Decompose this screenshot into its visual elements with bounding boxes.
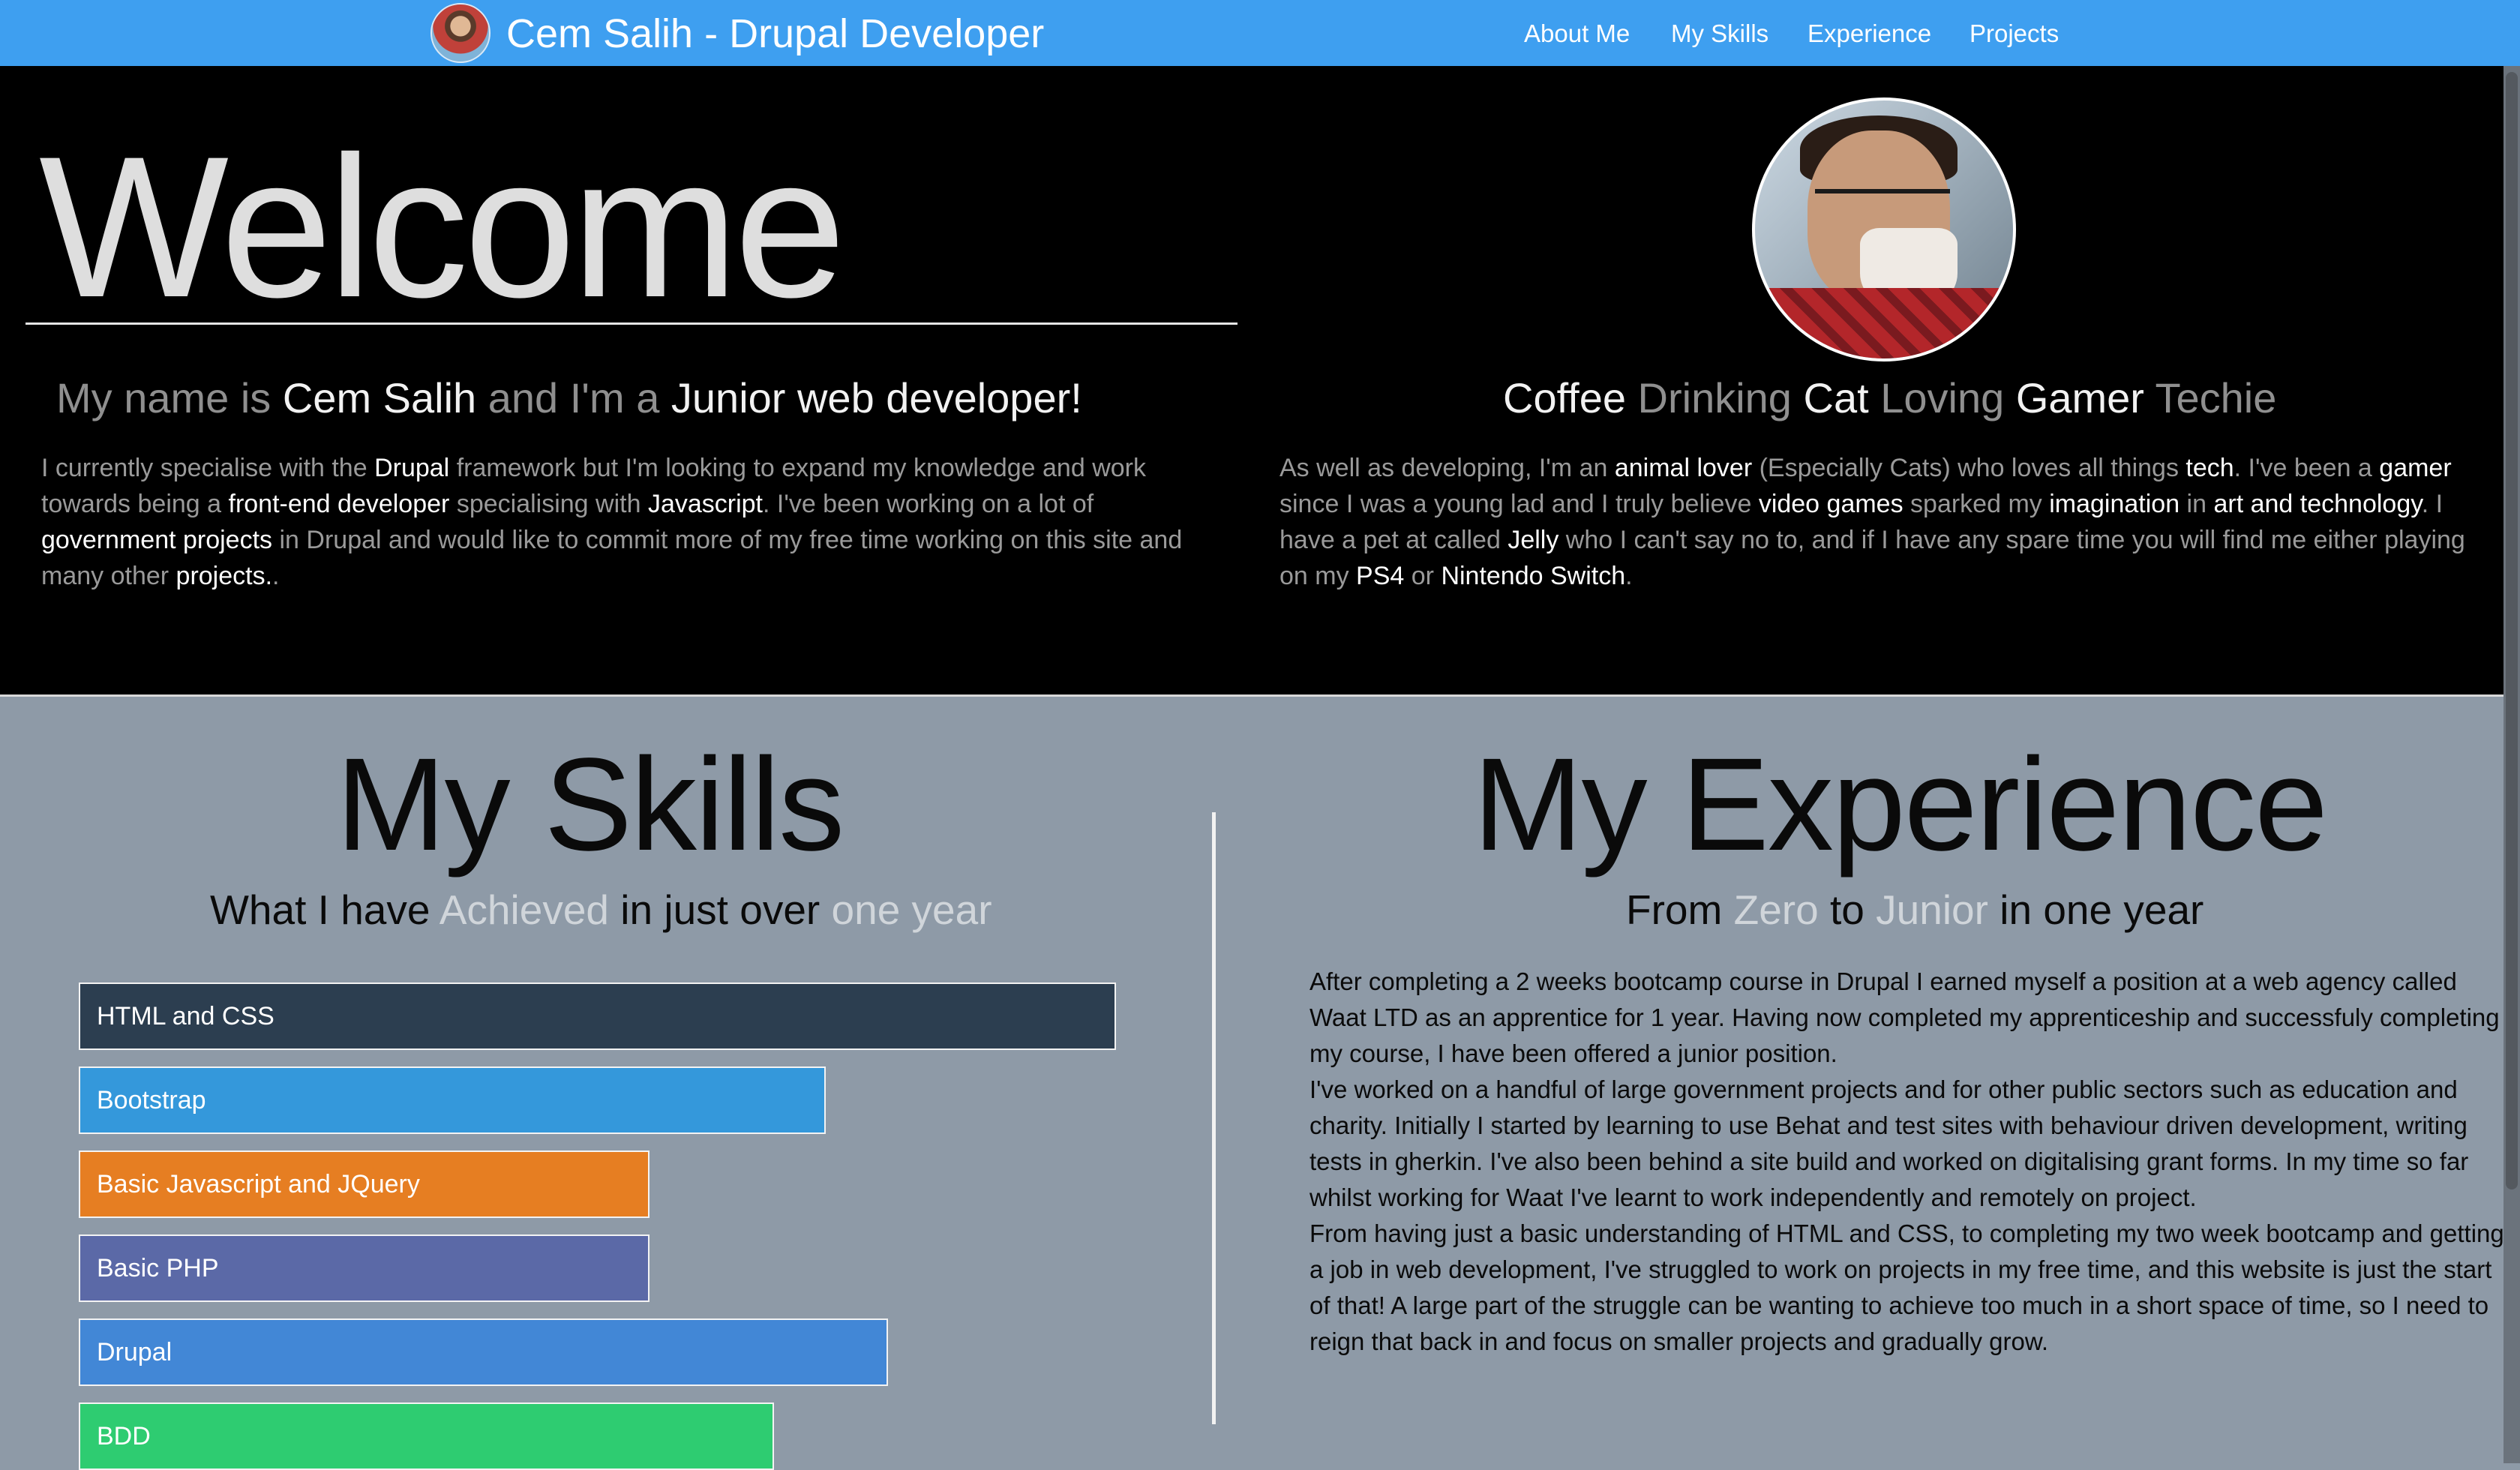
tagline-word: Gamer: [2015, 374, 2144, 422]
highlight-span: government projects: [41, 526, 273, 554]
brand-title[interactable]: Cem Salih - Drupal Developer: [506, 10, 1044, 57]
highlight-span: gamer: [2379, 454, 2452, 482]
top-navbar: Cem Salih - Drupal Developer About Me My…: [0, 0, 2520, 68]
welcome-divider: [26, 322, 1238, 325]
subtitle-text: in one year: [1988, 886, 2204, 933]
skill-bar-label: Bootstrap: [97, 1085, 206, 1114]
skill-bar: Basic Javascript and JQuery: [79, 1150, 650, 1218]
highlight-span: Javascript: [647, 490, 763, 518]
text-span: in: [2180, 490, 2214, 518]
tagline-word: Cat: [1803, 374, 1869, 422]
skill-bar: Basic PHP: [79, 1234, 650, 1302]
tagline-word: Coffee: [1503, 374, 1626, 422]
skill-bar-label: Drupal: [97, 1337, 172, 1366]
subtitle-highlight: Junior: [1876, 886, 1988, 933]
highlight-span: imagination: [2049, 490, 2180, 518]
skills-experience-section: My Skills What I have Achieved in just o…: [0, 697, 2520, 1470]
skill-bar: HTML and CSS: [79, 982, 1116, 1050]
brand-avatar[interactable]: [430, 3, 490, 63]
highlight-span: projects.: [176, 562, 273, 590]
highlight-span: PS4: [1356, 562, 1405, 590]
subtitle-highlight: Zero: [1733, 886, 1819, 933]
highlight-span: Nintendo Switch: [1441, 562, 1626, 590]
skill-bar: Drupal: [79, 1318, 888, 1386]
highlight-span: front-end developer: [228, 490, 450, 518]
intro-name: Cem Salih: [282, 374, 477, 422]
text-span: sparked my: [1903, 490, 2050, 518]
highlight-span: Drupal: [374, 454, 450, 482]
subtitle-text: in just over: [609, 886, 832, 933]
text-span: (Especially Cats) who loves all things: [1752, 454, 2186, 482]
text-span: . I've been working on a lot of: [763, 490, 1094, 518]
intro-heading: My name is Cem Salih and I'm a Junior we…: [56, 374, 1082, 422]
experience-text: After completing a 2 weeks bootcamp cour…: [1310, 964, 2510, 1360]
tagline-word: Drinking: [1625, 374, 1804, 422]
skill-bar-label: Basic Javascript and JQuery: [97, 1169, 420, 1198]
intro-role: Junior web developer!: [670, 374, 1082, 422]
highlight-span: video games: [1758, 490, 1904, 518]
text-span: As well as developing, I'm an: [1280, 454, 1615, 482]
skills-title: My Skills: [336, 731, 844, 878]
experience-paragraph: After completing a 2 weeks bootcamp cour…: [1310, 968, 2500, 1067]
subtitle-text: What I have: [210, 886, 440, 933]
skills-subtitle: What I have Achieved in just over one ye…: [210, 886, 992, 934]
about-paragraph: As well as developing, I'm an animal lov…: [1280, 450, 2480, 594]
experience-paragraph: I've worked on a handful of large govern…: [1310, 1076, 2469, 1211]
experience-paragraph: From having just a basic understanding o…: [1310, 1220, 2504, 1355]
subtitle-text: to: [1818, 886, 1876, 933]
hero-section: Welcome My name is Cem Salih and I'm a J…: [0, 66, 2520, 697]
text-span: .: [1625, 562, 1633, 590]
text-span: since I was a young lad and I truly beli…: [1280, 490, 1759, 518]
text-span: .: [272, 562, 280, 590]
profile-photo: [1752, 98, 2016, 362]
nav-link-about-me[interactable]: About Me: [1524, 20, 1630, 48]
section-divider: [1212, 812, 1216, 1424]
nav-link-experience[interactable]: Experience: [1808, 20, 1931, 48]
skill-bar: BDD: [79, 1402, 774, 1470]
subtitle-text: From: [1626, 886, 1734, 933]
nav-link-my-skills[interactable]: My Skills: [1671, 20, 1768, 48]
intro-text: My name is: [56, 374, 283, 422]
text-span: or: [1404, 562, 1442, 590]
intro-paragraph: I currently specialise with the Drupal f…: [41, 450, 1211, 594]
photo-shirt: [1755, 288, 2013, 358]
intro-text: and I'm a: [476, 374, 671, 422]
experience-title: My Experience: [1473, 731, 2328, 878]
subtitle-highlight: Achieved: [439, 886, 609, 933]
skill-bar-label: Basic PHP: [97, 1253, 219, 1282]
highlight-span: Jelly: [1508, 526, 1559, 554]
welcome-heading: Welcome: [39, 114, 846, 339]
scrollbar-thumb[interactable]: [2506, 72, 2518, 1190]
text-span: I currently specialise with the: [41, 454, 375, 482]
text-span: specialising with: [449, 490, 648, 518]
highlight-span: animal lover: [1614, 454, 1753, 482]
photo-glasses: [1815, 189, 1950, 224]
tagline: Coffee Drinking Cat Loving Gamer Techie: [1503, 374, 2276, 422]
skill-bar: Bootstrap: [79, 1066, 826, 1134]
experience-subtitle: From Zero to Junior in one year: [1626, 886, 2204, 934]
tagline-word: Techie: [2144, 374, 2277, 422]
nav-link-projects[interactable]: Projects: [1970, 20, 2059, 48]
highlight-span: tech: [2186, 454, 2234, 482]
subtitle-highlight: one year: [831, 886, 992, 933]
skill-bar-label: HTML and CSS: [97, 1001, 274, 1030]
highlight-span: art and technology: [2213, 490, 2422, 518]
text-span: . I've been a: [2234, 454, 2380, 482]
skill-bar-label: BDD: [97, 1421, 151, 1450]
tagline-word: Loving: [1868, 374, 2016, 422]
